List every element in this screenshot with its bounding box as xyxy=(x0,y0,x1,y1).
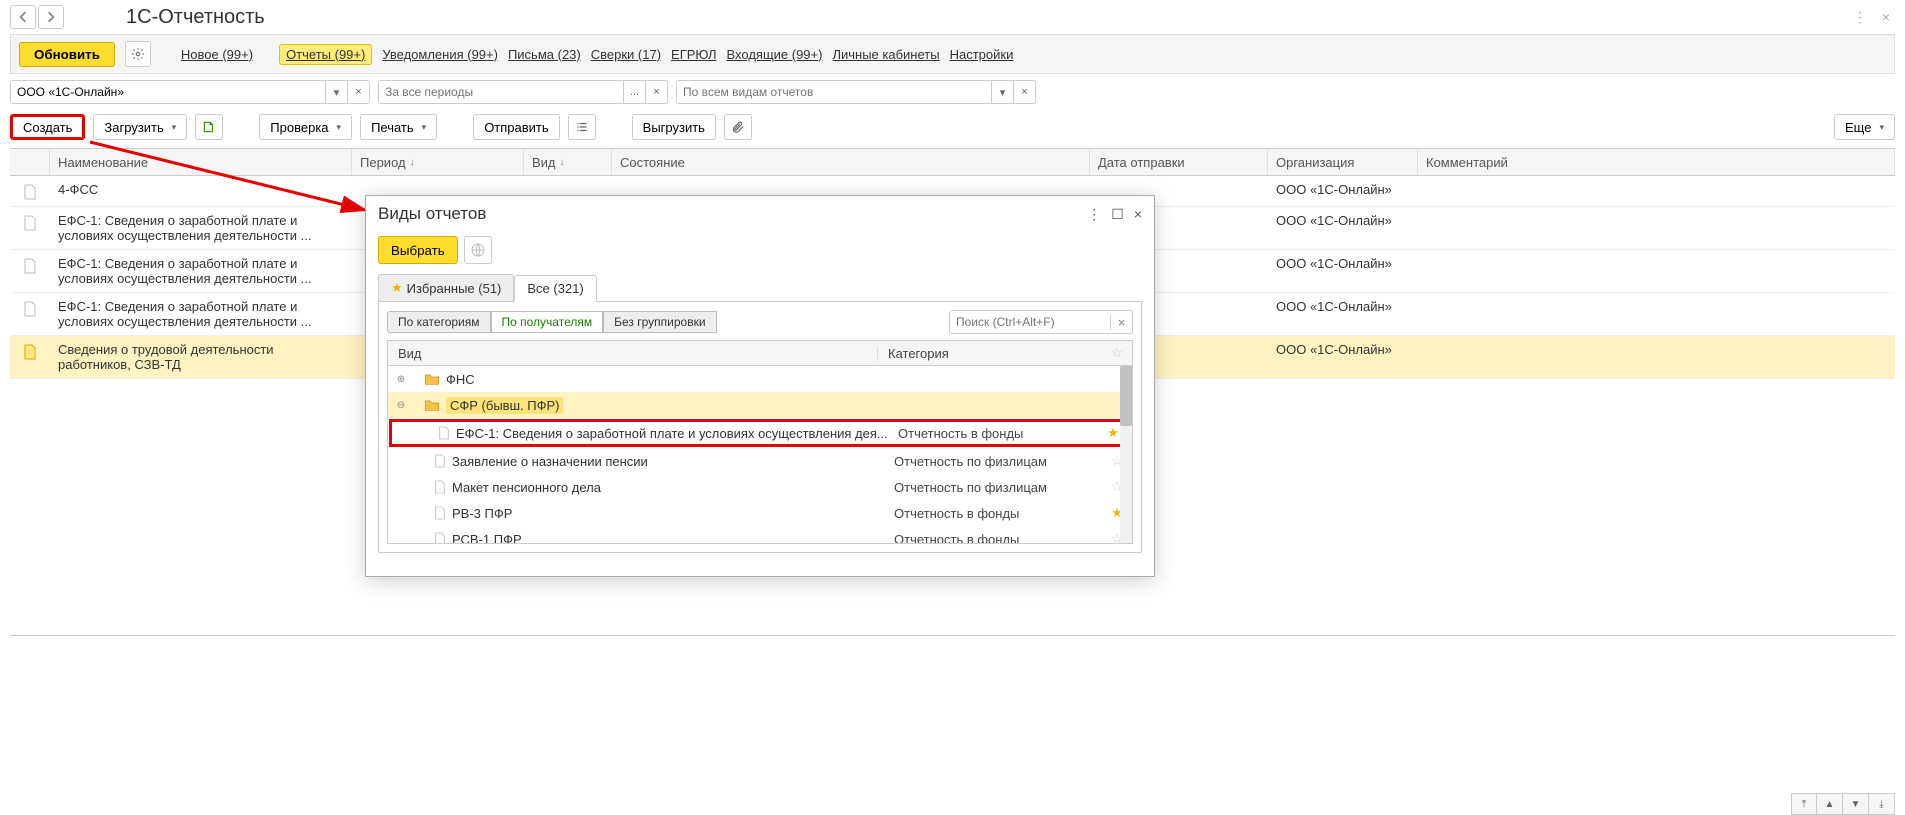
link-reconcile[interactable]: Сверки (17) xyxy=(591,47,661,62)
tree-item[interactable]: Заявление о назначении пенсии Отчетность… xyxy=(388,448,1132,474)
dialog-scrollbar[interactable] xyxy=(1120,366,1132,543)
app-header: 1С-Отчетность ⋮ × xyxy=(0,0,1905,34)
load-button[interactable]: Загрузить xyxy=(93,114,187,140)
link-notifications[interactable]: Уведомления (99+) xyxy=(382,47,498,62)
type-filter-drop[interactable]: ▾ xyxy=(991,81,1013,103)
link-letters[interactable]: Письма (23) xyxy=(508,47,581,62)
seg-by-category[interactable]: По категориям xyxy=(387,311,491,333)
page-first[interactable]: ⤒ xyxy=(1791,793,1817,815)
tree-folder-sfr[interactable]: ⊖ СФР (бывш. ПФР) xyxy=(388,392,1132,418)
select-button[interactable]: Выбрать xyxy=(378,236,458,264)
dialog-search-clear[interactable]: × xyxy=(1110,315,1132,330)
globe-button[interactable] xyxy=(464,236,492,264)
list-button[interactable] xyxy=(568,114,596,140)
create-button[interactable]: Создать xyxy=(10,114,85,140)
dialog-close-icon[interactable]: × xyxy=(1134,206,1142,222)
link-accounts[interactable]: Личные кабинеты xyxy=(832,47,939,62)
seg-no-grouping[interactable]: Без группировки xyxy=(603,311,716,333)
org-filter-input[interactable] xyxy=(11,81,325,103)
filter-bar: ▾ × ... × ▾ × xyxy=(0,74,1905,110)
page-last[interactable]: ⤓ xyxy=(1869,793,1895,815)
dialog-menu-icon[interactable]: ⋮ xyxy=(1087,206,1101,223)
seg-by-recipient[interactable]: По получателям xyxy=(491,311,604,333)
table-header: Наименование Период↓ Вид↓ Состояние Дата… xyxy=(10,148,1895,176)
tab-all[interactable]: Все (321) xyxy=(514,275,596,302)
action-bar: Создать Загрузить Проверка Печать Отправ… xyxy=(0,110,1905,148)
type-filter-input[interactable] xyxy=(677,81,991,103)
tab-favorites[interactable]: ★Избранные (51) xyxy=(378,274,514,301)
period-filter-clear[interactable]: × xyxy=(645,81,667,103)
page-down[interactable]: ▼ xyxy=(1843,793,1869,815)
header-close-icon[interactable]: × xyxy=(1877,8,1895,26)
org-filter-clear[interactable]: × xyxy=(347,81,369,103)
type-filter-clear[interactable]: × xyxy=(1013,81,1035,103)
report-types-dialog: Виды отчетов ⋮ ☐ × Выбрать ★Избранные (5… xyxy=(365,195,1155,577)
tree-header: Вид Категория ☆ xyxy=(387,340,1133,366)
col-name[interactable]: Наименование xyxy=(50,149,352,175)
tree-item[interactable]: РСВ-1 ПФР Отчетность в фонды ☆ xyxy=(388,526,1132,544)
tree-item[interactable]: Макет пенсионного дела Отчетность по физ… xyxy=(388,474,1132,500)
more-button[interactable]: Еще xyxy=(1834,114,1895,140)
star-column-icon[interactable]: ☆ xyxy=(1102,345,1132,361)
period-filter-input[interactable] xyxy=(379,81,623,103)
send-button[interactable]: Отправить xyxy=(473,114,559,140)
gear-button[interactable] xyxy=(125,41,151,67)
update-button[interactable]: Обновить xyxy=(19,42,115,67)
col-status[interactable]: Состояние xyxy=(612,149,1090,175)
main-toolbar: Обновить Новое (99+) Отчеты (99+) Уведом… xyxy=(10,34,1895,74)
export-button[interactable]: Выгрузить xyxy=(632,114,716,140)
dialog-maximize-icon[interactable]: ☐ xyxy=(1111,206,1124,223)
period-filter-dots[interactable]: ... xyxy=(623,81,645,103)
col-type[interactable]: Вид↓ xyxy=(524,149,612,175)
expand-icon[interactable]: ⊕ xyxy=(394,374,408,385)
col-period[interactable]: Период↓ xyxy=(352,149,524,175)
tree-item[interactable]: РВ-3 ПФР Отчетность в фонды ★ xyxy=(388,500,1132,526)
link-egrul[interactable]: ЕГРЮЛ xyxy=(671,47,716,62)
col-org[interactable]: Организация xyxy=(1268,149,1418,175)
nav-back-button[interactable] xyxy=(10,5,36,29)
link-settings[interactable]: Настройки xyxy=(950,47,1014,62)
dialog-search-input[interactable] xyxy=(950,311,1110,333)
app-title: 1С-Отчетность xyxy=(126,6,265,29)
dialog-title: Виды отчетов xyxy=(378,204,486,224)
org-filter-drop[interactable]: ▾ xyxy=(325,81,347,103)
col-comment[interactable]: Комментарий xyxy=(1418,149,1895,175)
check-button[interactable]: Проверка xyxy=(259,114,352,140)
nav-forward-button[interactable] xyxy=(38,5,64,29)
page-up[interactable]: ▲ xyxy=(1817,793,1843,815)
col-send-date[interactable]: Дата отправки xyxy=(1090,149,1268,175)
tree-folder-fns[interactable]: ⊕ ФНС xyxy=(388,366,1132,392)
attach-button[interactable] xyxy=(724,114,752,140)
collapse-icon[interactable]: ⊖ xyxy=(394,400,408,411)
refresh-doc-button[interactable] xyxy=(195,114,223,140)
header-menu-icon[interactable]: ⋮ xyxy=(1851,8,1869,26)
print-button[interactable]: Печать xyxy=(360,114,437,140)
link-reports[interactable]: Отчеты (99+) xyxy=(279,44,372,65)
link-new[interactable]: Новое (99+) xyxy=(181,47,253,62)
link-incoming[interactable]: Входящие (99+) xyxy=(727,47,823,62)
tree-item-highlighted[interactable]: ЕФС-1: Сведения о заработной плате и усл… xyxy=(389,419,1131,447)
paging-controls: ⤒ ▲ ▼ ⤓ xyxy=(1791,793,1895,815)
